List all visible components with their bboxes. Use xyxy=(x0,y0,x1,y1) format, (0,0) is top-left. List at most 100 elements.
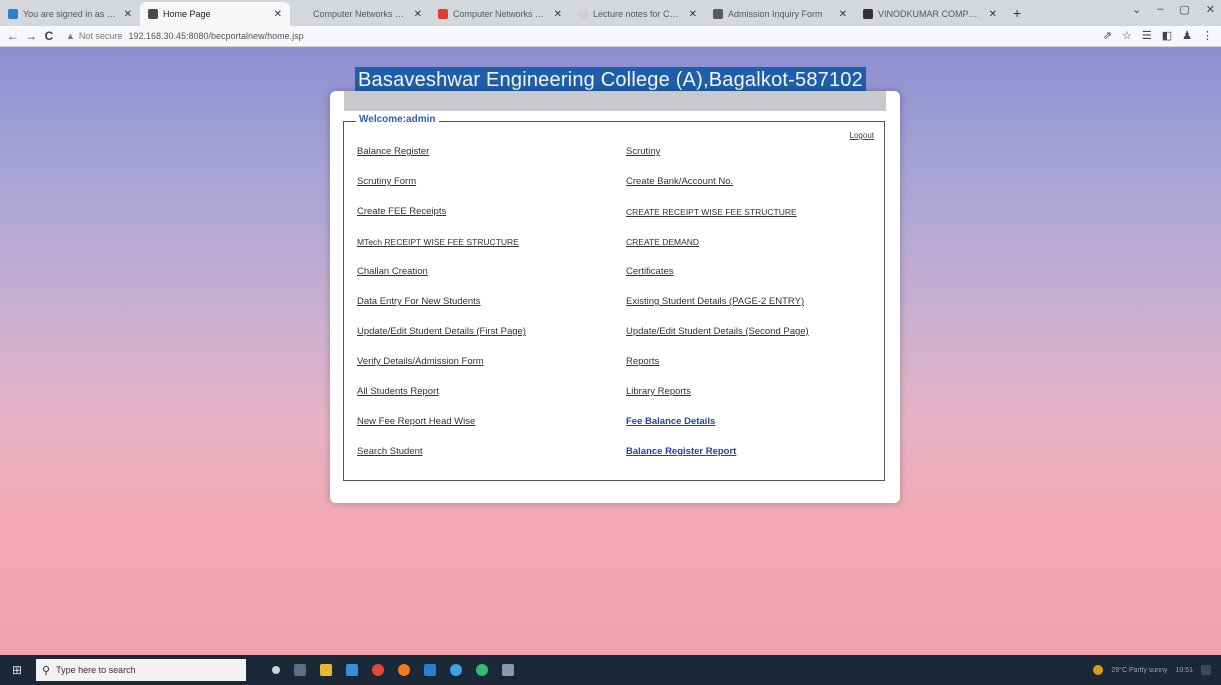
link-search-student[interactable]: Search Student xyxy=(357,446,423,457)
tab-title: Admission Inquiry Form xyxy=(728,9,823,19)
link-create-fee-receipts[interactable]: Create FEE Receipts xyxy=(357,206,446,217)
tab-favicon-icon xyxy=(863,9,873,19)
main-panel: Welcome:admin Logout Balance Register Sc… xyxy=(330,91,900,503)
pinned-apps xyxy=(272,664,514,676)
tab-title: Computer Networks Notes KCS xyxy=(313,9,408,19)
close-tab-icon[interactable]: ✕ xyxy=(414,9,422,20)
link-data-entry-new-students[interactable]: Data Entry For New Students xyxy=(357,296,481,307)
back-icon[interactable]: ← xyxy=(4,29,22,43)
link-verify-details-admission[interactable]: Verify Details/Admission Form xyxy=(357,356,484,367)
browser-tab[interactable]: Computer Networks Notes KCS ✕ xyxy=(430,2,570,26)
search-placeholder: Type here to search xyxy=(56,665,136,675)
address-bar-row: ← → C ▲ Not secure 192.168.30.45:8080/be… xyxy=(0,26,1221,47)
firefox-icon[interactable] xyxy=(398,664,410,676)
tab-title: VINODKUMAR COMPUTER SC xyxy=(878,9,983,19)
welcome-label: Welcome:admin xyxy=(356,114,439,125)
edge-icon[interactable] xyxy=(450,664,462,676)
link-library-reports[interactable]: Library Reports xyxy=(626,386,691,397)
link-balance-register[interactable]: Balance Register xyxy=(357,146,429,157)
tab-favicon-icon xyxy=(8,9,18,19)
browser-tab[interactable]: Lecture notes for Computer N ✕ xyxy=(570,2,705,26)
tab-title: Home Page xyxy=(163,9,211,19)
link-scrutiny[interactable]: Scrutiny xyxy=(626,146,660,157)
close-tab-icon[interactable]: ✕ xyxy=(554,9,562,20)
link-update-student-first-page[interactable]: Update/Edit Student Details (First Page) xyxy=(357,326,526,337)
page-title: Basaveshwar Engineering College (A),Baga… xyxy=(355,67,866,93)
page-viewport: Basaveshwar Engineering College (A),Baga… xyxy=(0,47,1221,655)
url-field[interactable]: ▲ Not secure 192.168.30.45:8080/becporta… xyxy=(66,29,1126,43)
chrome-icon[interactable] xyxy=(372,664,384,676)
panel-header-strip xyxy=(344,91,886,111)
notification-icon[interactable] xyxy=(1201,665,1211,675)
link-mtech-receipt-wise-fee-structure[interactable]: MTech RECEIPT WISE FEE STRUCTURE xyxy=(357,237,519,247)
tab-title: You are signed in as Lecturer xyxy=(23,9,118,19)
close-tab-icon[interactable]: ✕ xyxy=(124,9,132,20)
window-controls: ⌄ – ▢ ✕ xyxy=(1132,3,1215,16)
reload-icon[interactable]: C xyxy=(40,29,58,43)
url-text: 192.168.30.45:8080/becportalnew/home.jsp xyxy=(128,31,304,41)
close-tab-icon[interactable]: ✕ xyxy=(839,9,847,20)
tab-favicon-icon xyxy=(298,9,308,19)
security-label: Not secure xyxy=(78,31,123,41)
browser-tab[interactable]: Admission Inquiry Form ✕ xyxy=(705,2,855,26)
link-all-students-report[interactable]: All Students Report xyxy=(357,386,439,397)
minimize-icon[interactable]: – xyxy=(1157,3,1163,16)
link-create-bank-account[interactable]: Create Bank/Account No. xyxy=(626,176,733,187)
link-fee-balance-details[interactable]: Fee Balance Details xyxy=(626,416,715,427)
link-balance-register-report[interactable]: Balance Register Report xyxy=(626,446,736,457)
app-icon[interactable] xyxy=(476,664,488,676)
weather-text: 29°C Partly sunny xyxy=(1111,666,1168,674)
link-update-student-second-page[interactable]: Update/Edit Student Details (Second Page… xyxy=(626,326,809,337)
tab-title: Computer Networks Notes KCS xyxy=(453,9,548,19)
link-certificates[interactable]: Certificates xyxy=(626,266,674,277)
link-challan-creation[interactable]: Challan Creation xyxy=(357,266,428,277)
tab-favicon-icon xyxy=(578,9,588,19)
link-create-demand[interactable]: CREATE DEMAND xyxy=(626,237,699,247)
link-create-receipt-wise-fee-structure[interactable]: CREATE RECEIPT WISE FEE STRUCTURE xyxy=(626,207,797,217)
bookmark-star-icon[interactable]: ☆ xyxy=(1122,29,1132,42)
tab-title: Lecture notes for Computer N xyxy=(593,9,683,19)
side-panel-icon[interactable]: ◧ xyxy=(1162,29,1172,42)
close-tab-icon[interactable]: ✕ xyxy=(989,9,997,20)
app-icon[interactable] xyxy=(346,664,358,676)
forward-icon[interactable]: → xyxy=(22,29,40,43)
windows-start-icon[interactable]: ⊞ xyxy=(0,663,34,677)
restore-icon[interactable]: ▢ xyxy=(1179,3,1189,16)
calculator-icon[interactable] xyxy=(502,664,514,676)
logout-link[interactable]: Logout xyxy=(850,131,874,140)
new-tab-button[interactable]: + xyxy=(1005,2,1029,26)
menu-kebab-icon[interactable]: ⋮ xyxy=(1202,29,1213,42)
browser-tab[interactable]: VINODKUMAR COMPUTER SC ✕ xyxy=(855,2,1005,26)
close-tab-icon[interactable]: ✕ xyxy=(689,9,697,20)
browser-tab-strip: You are signed in as Lecturer ✕ Home Pag… xyxy=(0,0,1221,26)
tab-favicon-icon xyxy=(713,9,723,19)
toolbar-icons: ⇗ ☆ ☰ ◧ ♟ ⋮ xyxy=(1103,29,1213,42)
file-explorer-icon[interactable] xyxy=(320,664,332,676)
weather-icon[interactable] xyxy=(1093,665,1104,675)
warning-icon: ▲ xyxy=(66,31,75,41)
system-tray: 29°C Partly sunny 10:51 xyxy=(1093,655,1211,685)
tab-search-icon[interactable]: ⌄ xyxy=(1132,3,1141,16)
task-view-icon[interactable] xyxy=(294,664,306,676)
profile-icon[interactable]: ♟ xyxy=(1182,29,1192,42)
link-scrutiny-form[interactable]: Scrutiny Form xyxy=(357,176,416,187)
menu-fieldset: Welcome:admin Logout Balance Register Sc… xyxy=(343,114,885,481)
app-icon[interactable] xyxy=(424,664,436,676)
link-existing-student-details[interactable]: Existing Student Details (PAGE-2 ENTRY) xyxy=(626,296,804,307)
cortana-icon[interactable] xyxy=(272,666,280,674)
browser-tab[interactable]: Computer Networks Notes KCS ✕ xyxy=(290,2,430,26)
link-reports[interactable]: Reports xyxy=(626,356,659,367)
taskbar-search-box[interactable]: ⚲ Type here to search xyxy=(36,659,246,681)
link-new-fee-report-head-wise[interactable]: New Fee Report Head Wise xyxy=(357,416,475,427)
browser-tab-active[interactable]: Home Page ✕ xyxy=(140,2,290,26)
share-icon[interactable]: ⇗ xyxy=(1103,29,1112,42)
close-window-icon[interactable]: ✕ xyxy=(1206,3,1215,16)
search-icon: ⚲ xyxy=(42,664,51,677)
close-tab-icon[interactable]: ✕ xyxy=(274,9,282,20)
windows-taskbar: ⊞ ⚲ Type here to search 29°C Partly sunn… xyxy=(0,655,1221,685)
tab-favicon-icon xyxy=(148,9,158,19)
reading-list-icon[interactable]: ☰ xyxy=(1142,29,1152,42)
tab-favicon-icon xyxy=(438,9,448,19)
clock[interactable]: 10:51 xyxy=(1175,667,1193,674)
browser-tab[interactable]: You are signed in as Lecturer ✕ xyxy=(0,2,140,26)
